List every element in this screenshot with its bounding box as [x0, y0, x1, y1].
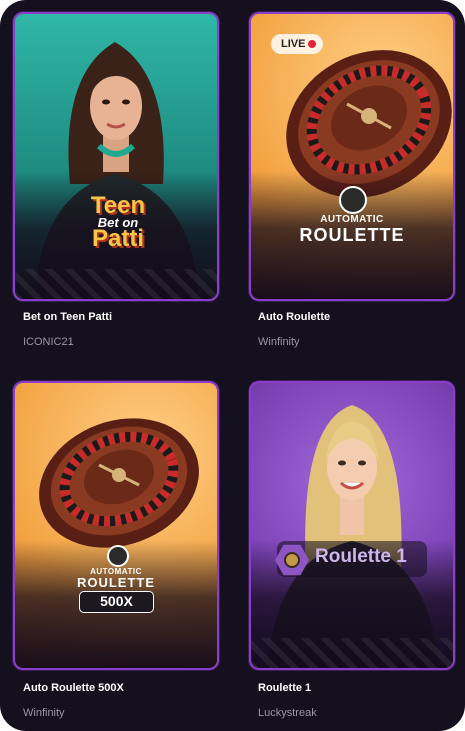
- live-dot-icon: [308, 40, 317, 48]
- roulette-wheel-icon: [284, 552, 300, 568]
- game-title[interactable]: Bet on Teen Patti: [23, 311, 112, 323]
- game-card-roulette-1[interactable]: Roulette 1: [249, 381, 455, 670]
- game-provider: Luckystreak: [258, 707, 317, 719]
- multiplier-badge: 500X: [79, 591, 154, 613]
- roulette-label: ROULETTE: [299, 225, 405, 245]
- card-pattern: [251, 638, 453, 668]
- game-provider: Winfinity: [258, 336, 300, 348]
- game-card-auto-roulette-500x[interactable]: AUTOMATIC ROULETTE 500X: [13, 381, 219, 670]
- automatic-label: AUTOMATIC: [320, 214, 384, 225]
- live-badge: LIVE: [271, 34, 324, 54]
- roulette-chip-icon: [107, 545, 129, 567]
- game-title[interactable]: Roulette 1: [258, 682, 311, 694]
- game-provider: ICONIC21: [23, 336, 74, 348]
- game-provider: Winfinity: [23, 707, 65, 719]
- roulette-1-logo-text: Roulette 1: [315, 546, 407, 567]
- game-grid: Teen Bet on Patti LIVE AUTOMATIC ROULETT…: [0, 0, 465, 731]
- roulette-label: ROULETTE: [76, 575, 156, 590]
- live-label: LIVE: [281, 38, 306, 50]
- teen-patti-logo: Teen Bet on Patti: [73, 194, 163, 251]
- roulette-chip-icon: [339, 186, 367, 214]
- game-card-bet-on-teen-patti[interactable]: Teen Bet on Patti: [13, 12, 219, 301]
- logo-line-patti: Patti: [91, 225, 144, 252]
- card-pattern: [15, 269, 217, 299]
- game-title[interactable]: Auto Roulette: [258, 311, 330, 323]
- game-card-auto-roulette[interactable]: LIVE AUTOMATIC ROULETTE: [249, 12, 455, 301]
- game-title[interactable]: Auto Roulette 500X: [23, 682, 124, 694]
